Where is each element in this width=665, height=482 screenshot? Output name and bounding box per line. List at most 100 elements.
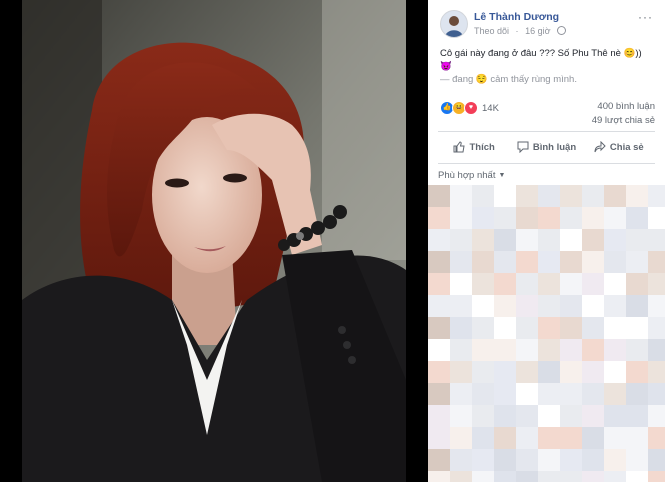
blur-tile <box>604 427 626 449</box>
blur-tile <box>604 317 626 339</box>
blur-tile <box>450 361 472 383</box>
comment-icon <box>517 141 529 153</box>
comment-button[interactable]: Bình luận <box>510 132 582 162</box>
blur-tile <box>626 427 648 449</box>
blur-tile <box>604 207 626 229</box>
like-label: Thích <box>469 141 495 153</box>
blur-tile <box>604 251 626 273</box>
blur-tile <box>428 339 450 361</box>
blur-tile <box>450 383 472 405</box>
blur-tile <box>538 251 560 273</box>
blur-tile <box>472 471 494 482</box>
blur-tile <box>538 185 560 207</box>
blur-tile <box>450 339 472 361</box>
blur-tile <box>472 251 494 273</box>
blur-tile <box>494 185 516 207</box>
blur-tile <box>604 405 626 427</box>
blur-tile <box>604 273 626 295</box>
shares-count[interactable]: 49 lượt chia sẻ <box>592 114 655 128</box>
blur-tile <box>538 229 560 251</box>
blur-tile <box>494 405 516 427</box>
blur-tile <box>560 383 582 405</box>
blur-tile <box>538 295 560 317</box>
avatar[interactable] <box>440 10 468 38</box>
like-icon <box>453 141 466 153</box>
blur-tile <box>648 251 665 273</box>
blur-tile <box>428 273 450 295</box>
blur-tile <box>472 449 494 471</box>
blur-tile <box>450 471 472 482</box>
blur-tile <box>626 295 648 317</box>
share-button[interactable]: Chia sẻ <box>583 132 655 162</box>
blur-tile <box>472 273 494 295</box>
blur-tile <box>582 383 604 405</box>
share-label: Chia sẻ <box>609 141 644 153</box>
blur-tile <box>494 317 516 339</box>
blur-tile <box>648 427 665 449</box>
blur-tile <box>582 317 604 339</box>
blur-tile <box>538 317 560 339</box>
blur-tile <box>626 339 648 361</box>
blur-tile <box>450 427 472 449</box>
blur-tile <box>626 207 648 229</box>
blur-tile <box>648 405 665 427</box>
blur-tile <box>648 471 665 482</box>
blur-tile <box>494 449 516 471</box>
comments-count[interactable]: 400 bình luận <box>592 100 655 114</box>
blur-tile <box>626 383 648 405</box>
blur-tile <box>472 339 494 361</box>
blur-tile <box>604 295 626 317</box>
separator: · <box>515 26 519 36</box>
follow-link[interactable]: Theo dõi <box>474 26 509 36</box>
like-button[interactable]: Thích <box>438 132 510 162</box>
blur-tile <box>626 185 648 207</box>
blur-tile <box>472 383 494 405</box>
caption-line-1: Cô gái này đang ở đâu ??? Số Phu Thê nè … <box>440 48 642 72</box>
post-photo[interactable] <box>22 0 406 482</box>
blur-tile <box>472 317 494 339</box>
blur-tile <box>472 229 494 251</box>
divider <box>438 163 655 164</box>
blur-tile <box>604 229 626 251</box>
blur-tile <box>450 207 472 229</box>
blur-tile <box>648 273 665 295</box>
blur-tile <box>604 185 626 207</box>
post-stats: 400 bình luận 49 lượt chia sẻ <box>592 100 655 128</box>
blur-tile <box>428 471 450 482</box>
blur-tile <box>428 207 450 229</box>
love-reaction-icon: ♥ <box>464 101 478 115</box>
author-name[interactable]: Lê Thành Dương <box>474 11 559 23</box>
blur-tile <box>428 317 450 339</box>
photo-viewer <box>0 0 428 482</box>
blur-tile <box>648 339 665 361</box>
comment-sort-dropdown[interactable]: Phù hợp nhất ▼ <box>438 170 505 181</box>
blur-tile <box>560 317 582 339</box>
blur-tile <box>538 207 560 229</box>
blur-tile <box>494 273 516 295</box>
blur-tile <box>428 405 450 427</box>
blur-tile <box>516 471 538 482</box>
blur-tile <box>494 251 516 273</box>
blur-tile <box>494 339 516 361</box>
blur-tile <box>494 427 516 449</box>
reactions-summary[interactable]: 👍 😆 ♥ 14K <box>440 101 499 115</box>
blur-tile <box>626 361 648 383</box>
post-time[interactable]: 16 giờ <box>525 26 550 36</box>
blur-tile <box>472 207 494 229</box>
blur-tile <box>516 339 538 361</box>
blur-tile <box>560 471 582 482</box>
blur-tile <box>428 427 450 449</box>
blur-tile <box>428 383 450 405</box>
blur-tile <box>538 405 560 427</box>
blur-tile <box>626 449 648 471</box>
blur-tile <box>428 449 450 471</box>
blur-tile <box>516 185 538 207</box>
blur-tile <box>560 405 582 427</box>
blur-tile <box>626 251 648 273</box>
blur-tile <box>560 185 582 207</box>
blur-tile <box>494 383 516 405</box>
blur-tile <box>516 317 538 339</box>
blur-tile <box>472 185 494 207</box>
more-options-icon[interactable]: ··· <box>638 10 653 24</box>
blur-tile <box>494 471 516 482</box>
